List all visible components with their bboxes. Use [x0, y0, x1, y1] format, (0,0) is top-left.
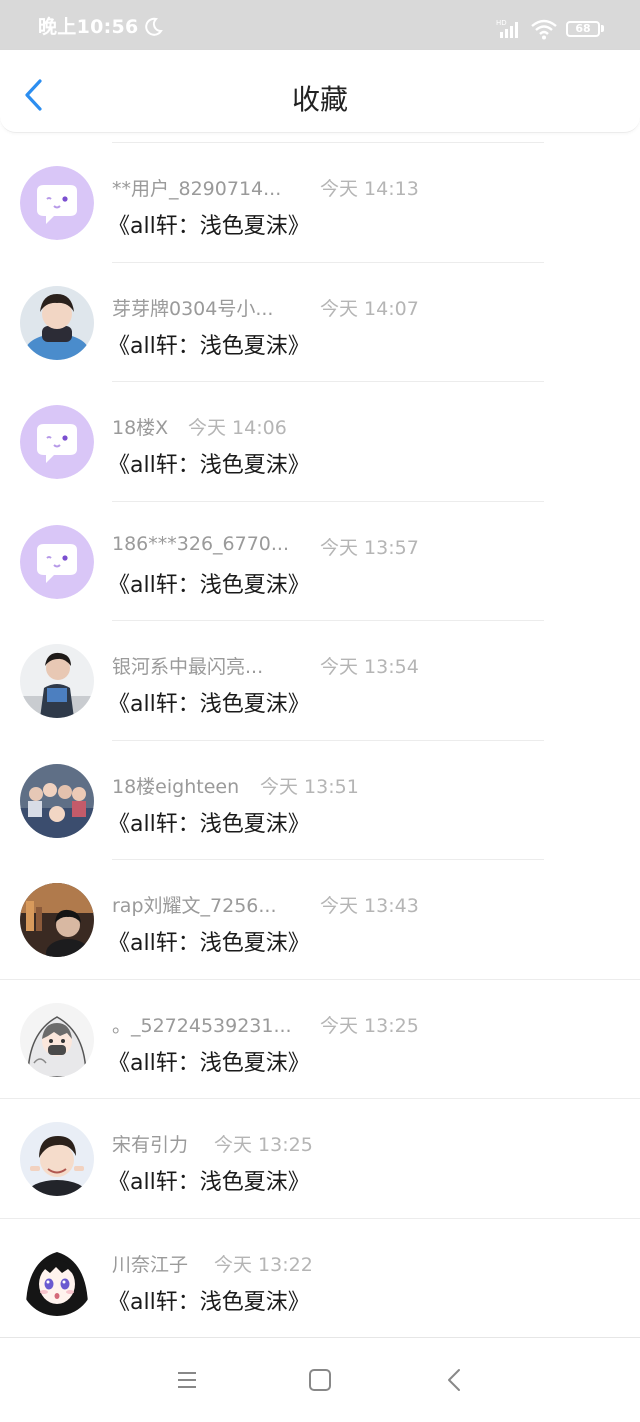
- divider: [112, 261, 544, 263]
- back-nav-icon[interactable]: [440, 1366, 470, 1394]
- avatar[interactable]: [20, 763, 94, 838]
- default-avatar-icon: [20, 166, 94, 240]
- avatar[interactable]: [20, 524, 94, 599]
- avatar[interactable]: [20, 1241, 94, 1316]
- divider: [112, 739, 544, 741]
- default-avatar-icon: [20, 405, 94, 479]
- user-name[interactable]: 芽芽牌0304号小...: [112, 294, 273, 321]
- signal-icon: HD: [496, 19, 518, 38]
- wifi-icon: [531, 19, 557, 40]
- post-time: 今天 13:43: [320, 895, 419, 917]
- divider: [0, 1098, 640, 1099]
- post-time: 今天 13:25: [214, 1134, 313, 1156]
- user-name[interactable]: 。_52724539231...: [112, 1011, 292, 1038]
- divider: [112, 859, 544, 860]
- divider: [0, 978, 640, 980]
- post-title[interactable]: 《all轩：浅色夏沫》: [108, 806, 310, 838]
- post-title[interactable]: 《all轩：浅色夏沫》: [108, 447, 310, 479]
- user-name[interactable]: 川奈江子: [112, 1250, 188, 1277]
- user-name[interactable]: 18楼eighteen: [112, 772, 239, 799]
- post-title[interactable]: 《all轩：浅色夏沫》: [108, 567, 310, 599]
- post-time: 今天 13:51: [260, 775, 359, 798]
- list-item[interactable]: 宋有引力 今天 13:25 《all轩：浅色夏沫》: [0, 1098, 640, 1218]
- status-time: 晚上10:56: [38, 16, 139, 38]
- post-time: 今天 13:25: [320, 1014, 419, 1037]
- photo-avatar-icon: [20, 883, 94, 957]
- photo-avatar-icon: [20, 285, 94, 360]
- post-time: 今天 14:13: [320, 178, 419, 200]
- menu-icon[interactable]: [172, 1366, 202, 1394]
- header: 收藏: [0, 50, 640, 133]
- status-bar: 晚上10:56 HD 68: [0, 0, 640, 50]
- avatar[interactable]: [20, 883, 94, 957]
- post-title[interactable]: 《all轩：浅色夏沫》: [108, 208, 310, 240]
- avatar[interactable]: [20, 166, 94, 240]
- user-name[interactable]: 宋有引力: [112, 1130, 188, 1157]
- post-title[interactable]: 《all轩：浅色夏沫》: [108, 1045, 310, 1077]
- user-name[interactable]: 银河系中最闪亮...: [112, 652, 263, 679]
- svg-text:HD: HD: [496, 19, 507, 27]
- list-item[interactable]: rap刘耀文_7256... 今天 13:43 《all轩：浅色夏沫》: [0, 859, 640, 979]
- photo-avatar-icon: [20, 1122, 94, 1196]
- post-time: 今天 13:22: [214, 1253, 313, 1276]
- battery-tip: [601, 25, 604, 32]
- photo-avatar-icon: [20, 644, 94, 718]
- user-name[interactable]: 186***326_6770...: [112, 533, 289, 555]
- post-title[interactable]: 《all轩：浅色夏沫》: [108, 1284, 310, 1316]
- battery-indicator: 68: [566, 21, 600, 37]
- post-time: 今天 14:06: [188, 417, 287, 439]
- avatar[interactable]: [20, 285, 94, 360]
- post-title[interactable]: 《all轩：浅色夏沫》: [108, 686, 310, 718]
- divider: [112, 381, 544, 382]
- navigation-bar: [0, 1338, 640, 1422]
- divider: [112, 620, 544, 621]
- default-avatar-icon: [20, 524, 94, 599]
- list-item[interactable]: 。_52724539231... 今天 13:25 《all轩：浅色夏沫》: [0, 978, 640, 1099]
- favorites-list: **用户_8290714... 今天 14:13 《all轩：浅色夏沫》 芽芽牌…: [0, 142, 640, 1337]
- divider: [112, 500, 544, 502]
- avatar[interactable]: [20, 1122, 94, 1196]
- post-time: 今天 14:07: [320, 297, 419, 320]
- photo-avatar-icon: [20, 763, 94, 838]
- post-title[interactable]: 《all轩：浅色夏沫》: [108, 925, 310, 957]
- post-time: 今天 13:57: [320, 536, 419, 559]
- avatar[interactable]: [20, 405, 94, 479]
- user-name[interactable]: **用户_8290714...: [112, 174, 281, 201]
- anime-avatar-icon: [20, 1241, 94, 1316]
- list-item[interactable]: 银河系中最闪亮... 今天 13:54 《all轩：浅色夏沫》: [0, 620, 640, 740]
- post-title[interactable]: 《all轩：浅色夏沫》: [108, 1164, 310, 1196]
- list-item[interactable]: 芽芽牌0304号小... 今天 14:07 《all轩：浅色夏沫》: [0, 261, 640, 382]
- home-icon[interactable]: [305, 1366, 335, 1394]
- avatar[interactable]: [20, 1002, 94, 1077]
- anime-avatar-icon: [20, 1002, 94, 1077]
- moon-icon: [145, 17, 163, 36]
- list-item[interactable]: 186***326_6770... 今天 13:57 《all轩：浅色夏沫》: [0, 500, 640, 621]
- user-name[interactable]: 18楼X: [112, 413, 168, 440]
- avatar[interactable]: [20, 644, 94, 718]
- page-title: 收藏: [291, 83, 348, 116]
- list-item[interactable]: 川奈江子 今天 13:22 《all轩：浅色夏沫》: [0, 1217, 640, 1338]
- list-item[interactable]: 18楼eighteen 今天 13:51 《all轩：浅色夏沫》: [0, 739, 640, 860]
- post-time: 今天 13:54: [320, 656, 419, 678]
- divider: [0, 1217, 640, 1219]
- post-title[interactable]: 《all轩：浅色夏沫》: [108, 328, 310, 360]
- list-item[interactable]: 18楼X 今天 14:06 《all轩：浅色夏沫》: [0, 381, 640, 501]
- user-name[interactable]: rap刘耀文_7256...: [112, 891, 277, 918]
- divider: [112, 142, 544, 143]
- list-item[interactable]: **用户_8290714... 今天 14:13 《all轩：浅色夏沫》: [0, 142, 640, 262]
